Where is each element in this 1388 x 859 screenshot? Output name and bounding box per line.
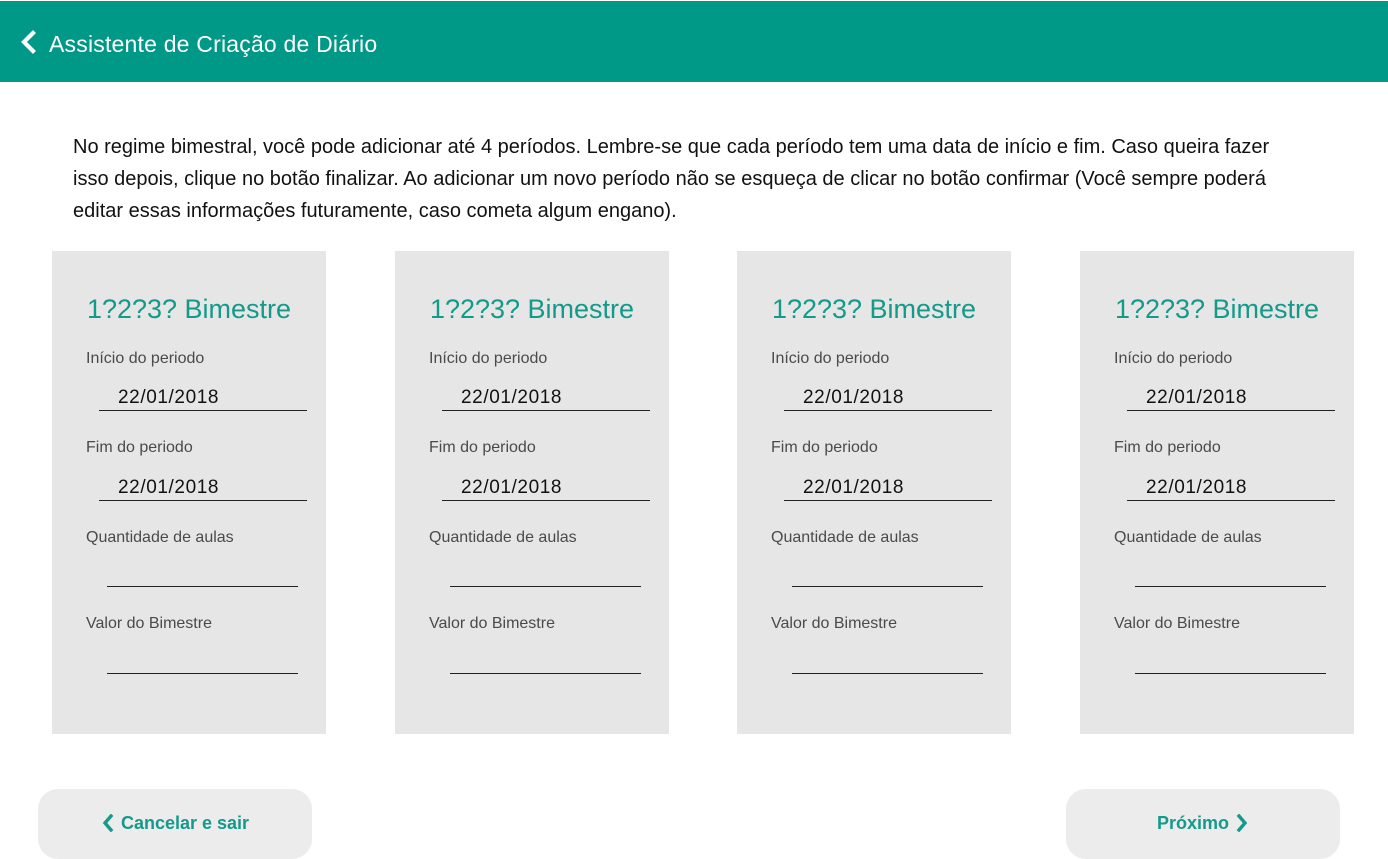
period-value-label: Valor do Bimestre [771, 615, 897, 632]
back-button[interactable] [18, 30, 40, 54]
classes-count-input[interactable] [107, 561, 298, 587]
start-date-label: Início do periodo [1114, 350, 1233, 367]
page-title: Assistente de Criação de Diário [49, 31, 378, 57]
end-date-label: Fim do periodo [771, 439, 878, 456]
period-value-input[interactable] [1135, 648, 1326, 674]
start-date-label: Início do periodo [86, 350, 205, 367]
start-date-input[interactable] [99, 385, 307, 411]
end-date-input[interactable] [1127, 475, 1335, 501]
classes-count-input[interactable] [792, 561, 983, 587]
chevron-right-icon [1236, 814, 1248, 832]
start-date-input[interactable] [784, 385, 992, 411]
intro-line: No regime bimestral, você pode adicionar… [73, 136, 1270, 158]
intro-line: editar essas informações futuramente, ca… [73, 200, 677, 222]
period-value-input[interactable] [792, 648, 983, 674]
end-date-label: Fim do periodo [1114, 439, 1221, 456]
next-button-label: Próximo [1156, 813, 1230, 833]
intro-line: isso depois, clique no botão finalizar. … [73, 168, 1266, 190]
classes-count-input[interactable] [1135, 561, 1326, 587]
end-date-input[interactable] [784, 475, 992, 501]
app-header: Assistente de Criação de Diário [0, 0, 1388, 82]
period-card: 1?2?3? Bimestre Início do periodo Fim do… [737, 251, 1011, 734]
period-value-label: Valor do Bimestre [429, 615, 555, 632]
period-value-input[interactable] [107, 648, 298, 674]
period-title: 1?2?3? Bimestre [1114, 294, 1320, 324]
period-title: 1?2?3? Bimestre [86, 294, 292, 324]
next-button[interactable]: Próximo [1066, 789, 1340, 859]
intro-text: No regime bimestral, você pode adicionar… [73, 131, 1388, 227]
start-date-label: Início do periodo [771, 350, 890, 367]
period-title: 1?2?3? Bimestre [771, 294, 977, 324]
period-card: 1?2?3? Bimestre Início do periodo Fim do… [52, 251, 326, 734]
period-value-label: Valor do Bimestre [1114, 615, 1240, 632]
cancel-button-label: Cancelar e sair [120, 813, 250, 833]
classes-count-input[interactable] [450, 561, 641, 587]
classes-count-label: Quantidade de aulas [771, 529, 919, 546]
classes-count-label: Quantidade de aulas [86, 529, 234, 546]
end-date-input[interactable] [442, 475, 650, 501]
period-value-input[interactable] [450, 648, 641, 674]
period-value-label: Valor do Bimestre [86, 615, 212, 632]
period-title: 1?2?3? Bimestre [429, 294, 635, 324]
classes-count-label: Quantidade de aulas [1114, 529, 1262, 546]
end-date-input[interactable] [99, 475, 307, 501]
classes-count-label: Quantidade de aulas [429, 529, 577, 546]
cancel-button[interactable]: Cancelar e sair [38, 789, 312, 859]
start-date-input[interactable] [1127, 385, 1335, 411]
period-card: 1?2?3? Bimestre Início do periodo Fim do… [395, 251, 669, 734]
start-date-input[interactable] [442, 385, 650, 411]
end-date-label: Fim do periodo [86, 439, 193, 456]
start-date-label: Início do periodo [429, 350, 548, 367]
chevron-left-icon [21, 30, 36, 54]
end-date-label: Fim do periodo [429, 439, 536, 456]
period-card: 1?2?3? Bimestre Início do periodo Fim do… [1080, 251, 1354, 734]
chevron-left-icon [102, 814, 114, 832]
